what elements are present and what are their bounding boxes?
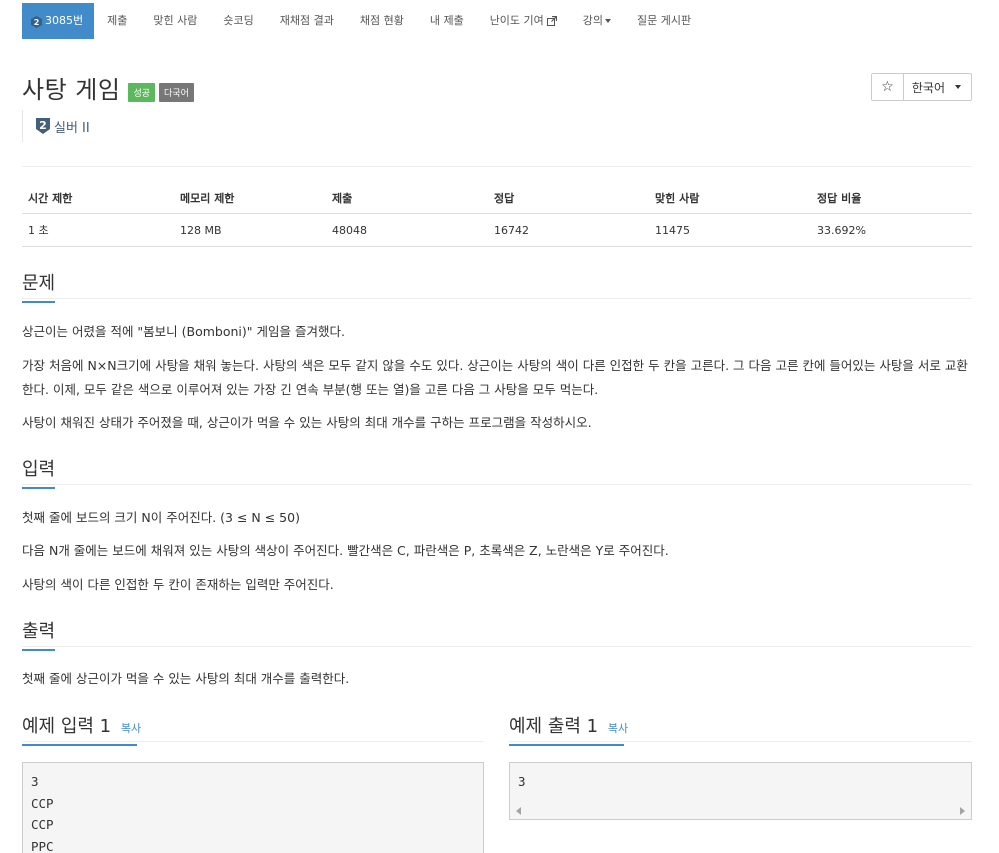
divider [22, 741, 484, 742]
sample-output-box[interactable]: 3 [509, 762, 972, 820]
input-paragraph: 다음 N개 줄에는 보드에 채워져 있는 사탕의 색상이 주어진다. 빨간색은 … [22, 543, 669, 558]
title-toolbar: ☆ 한국어 [870, 73, 972, 101]
table-header: 정답 [488, 186, 649, 214]
status-badge-success: 성공 [128, 83, 156, 102]
language-select[interactable]: 한국어 [903, 73, 972, 101]
table-header: 정답 비율 [811, 186, 972, 214]
sample-input-line: CCP [31, 795, 54, 811]
problem-paragraph: 사탕이 채워진 상태가 주어졌을 때, 상근이가 먹을 수 있는 사탕의 최대 … [22, 415, 592, 430]
table-cell: 128 MB [174, 213, 326, 247]
tab-judge-status[interactable]: 채점 현황 [347, 3, 417, 39]
favorite-button[interactable]: ☆ [870, 73, 904, 101]
tab-rejudge-results[interactable]: 재채점 결과 [267, 3, 347, 39]
divider [22, 646, 972, 647]
copy-output-button[interactable]: 복사 [608, 722, 628, 735]
svg-text:2: 2 [39, 119, 47, 132]
table-header: 맞힌 사람 [649, 186, 811, 214]
tab-question-board[interactable]: 질문 게시판 [624, 3, 704, 39]
sample-output-heading: 예제 출력 1 복사 [509, 712, 628, 746]
divider [22, 298, 972, 299]
table-cell: 33.692% [811, 213, 972, 247]
tab-submit[interactable]: 제출 [94, 3, 140, 39]
problem-title-row: 사탕 게임 성공 다국어 [22, 70, 194, 105]
problem-paragraph: 상근이는 어렸을 적에 "봄보니 (Bomboni)" 게임을 즐겨했다. [22, 324, 345, 339]
table-header: 시간 제한 [22, 186, 174, 214]
tab-my-submissions[interactable]: 내 제출 [417, 3, 477, 39]
tier-info: 2 실버 II [22, 110, 90, 142]
section-heading-output: 출력 [22, 617, 55, 651]
svg-text:2: 2 [34, 18, 40, 27]
external-link-icon [546, 16, 557, 26]
input-paragraph: 첫째 줄에 보드의 크기 N이 주어진다. (3 ≤ N ≤ 50) [22, 510, 300, 525]
copy-input-button[interactable]: 복사 [121, 722, 141, 735]
sample-input-line: CCP [31, 817, 54, 832]
divider [22, 484, 972, 485]
table-header-row: 시간 제한 메모리 제한 제출 정답 맞힌 사람 정답 비율 [22, 186, 972, 214]
problem-info-table: 시간 제한 메모리 제한 제출 정답 맞힌 사람 정답 비율 1 초 128 M… [22, 186, 972, 247]
sample-input-box[interactable]: 3 CCP CCP PPC [22, 762, 484, 853]
tab-short-coding[interactable]: 숏코딩 [210, 3, 266, 39]
divider [22, 166, 972, 167]
table-cell: 1 초 [22, 213, 174, 247]
horizontal-scrollbar[interactable] [510, 803, 971, 819]
table-cell[interactable]: 48048 [326, 213, 488, 247]
tab-difficulty-contribution[interactable]: 난이도 기여 [477, 3, 570, 39]
page-title: 사탕 게임 [22, 76, 121, 104]
language-select-label: 한국어 [911, 80, 945, 95]
section-heading-problem: 문제 [22, 269, 55, 303]
problem-paragraph: 가장 처음에 N×N크기에 사탕을 채워 놓는다. 사탕의 색은 모두 같지 않… [22, 358, 968, 397]
tier-badge-icon: 2 [36, 118, 50, 134]
status-badge-multilang: 다국어 [159, 83, 194, 102]
problem-nav: 2 3085번 제출 맞힌 사람 숏코딩 재채점 결과 채점 현황 내 제출 난… [22, 3, 704, 39]
sample-input-heading: 예제 입력 1 복사 [22, 712, 141, 746]
scroll-left-icon[interactable] [516, 807, 521, 815]
output-paragraph: 첫째 줄에 상근이가 먹을 수 있는 사탕의 최대 개수를 출력한다. [22, 671, 350, 686]
tab-lectures[interactable]: 강의 [570, 3, 624, 39]
sample-input-line: PPC [31, 838, 54, 853]
tier-label[interactable]: 실버 II [54, 117, 90, 136]
chevron-down-icon [955, 85, 961, 89]
scroll-right-icon[interactable] [960, 807, 965, 815]
table-cell: 16742 [488, 213, 649, 247]
tab-solved-users[interactable]: 맞힌 사람 [140, 3, 210, 39]
tier-badge-icon: 2 [31, 16, 42, 28]
chevron-down-icon [605, 19, 612, 23]
table-row: 1 초 128 MB 48048 16742 11475 33.692% [22, 213, 972, 247]
section-heading-input: 입력 [22, 455, 55, 489]
table-cell: 11475 [649, 213, 811, 247]
star-icon: ☆ [881, 79, 894, 95]
sample-output-line: 3 [518, 774, 526, 789]
divider [509, 741, 972, 742]
table-header: 제출 [326, 186, 488, 214]
tab-problem-label: 3085번 [45, 14, 84, 27]
tab-problem[interactable]: 2 3085번 [22, 3, 95, 39]
sample-input-line: 3 [31, 774, 39, 789]
input-paragraph: 사탕의 색이 다른 인접한 두 칸이 존재하는 입력만 주어진다. [22, 577, 334, 592]
table-header: 메모리 제한 [174, 186, 326, 214]
